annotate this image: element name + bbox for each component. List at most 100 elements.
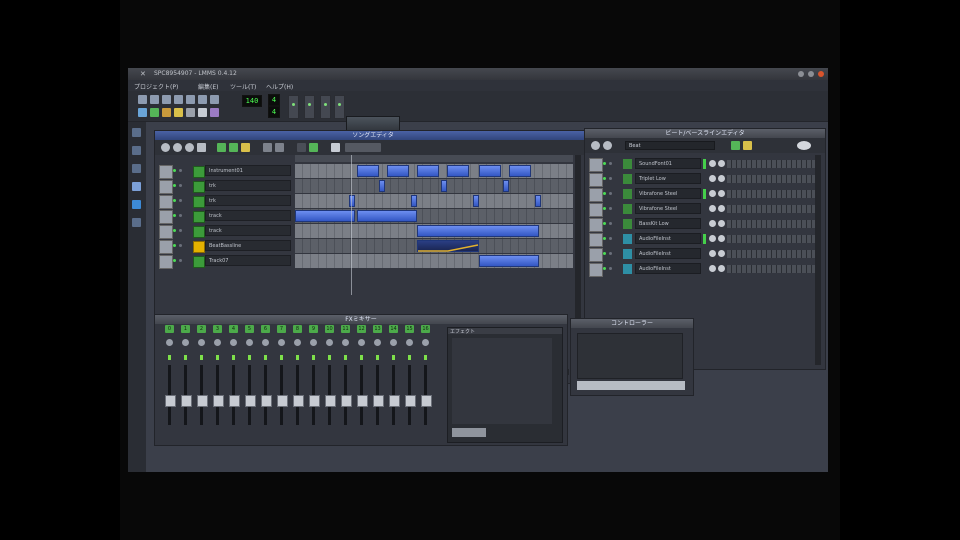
minimize-button[interactable] xyxy=(798,71,804,77)
instrument-plugins-icon[interactable] xyxy=(132,128,141,137)
mute-solo-leds[interactable] xyxy=(603,207,613,211)
beat-preset-combo[interactable]: Beat xyxy=(625,141,715,150)
channel-fader[interactable] xyxy=(165,395,176,407)
volume-knob[interactable] xyxy=(709,160,716,167)
timesig-top[interactable]: 4 xyxy=(268,94,280,106)
channel-fader[interactable] xyxy=(181,395,192,407)
mute-solo-leds[interactable] xyxy=(603,192,613,196)
export-icon[interactable] xyxy=(186,95,195,104)
my-home-icon[interactable] xyxy=(132,200,141,209)
track-name[interactable]: BeatBassline xyxy=(205,240,291,251)
instrument-icon[interactable] xyxy=(193,181,205,193)
mute-solo-leds[interactable] xyxy=(603,267,613,271)
master-channel[interactable]: 0 xyxy=(163,325,176,435)
instrument-name[interactable]: SoundFont01 xyxy=(635,158,701,169)
instrument-name[interactable]: AudioFileInst xyxy=(635,248,701,259)
track-name[interactable]: Instrument01 xyxy=(205,165,291,176)
my-presets-icon[interactable] xyxy=(132,182,141,191)
instrument-name[interactable]: AudioFileInst xyxy=(635,233,701,244)
pattern-clip[interactable] xyxy=(379,180,385,192)
stop-icon[interactable] xyxy=(603,141,612,150)
mixer-channel[interactable]: 4 xyxy=(227,325,240,435)
track-name[interactable]: track xyxy=(205,225,291,236)
instrument-name[interactable]: Vibrafone Steel xyxy=(635,188,701,199)
mute-solo-leds[interactable] xyxy=(173,184,183,188)
channel-knob[interactable] xyxy=(214,339,221,346)
instrument-name[interactable]: BassKit Low xyxy=(635,218,701,229)
note-icon[interactable] xyxy=(623,189,632,199)
step-sequence[interactable] xyxy=(727,190,815,198)
channel-fader[interactable] xyxy=(293,395,304,407)
beat-selector-icon[interactable] xyxy=(797,141,811,150)
add-automation-track-icon[interactable] xyxy=(241,143,250,152)
channel-knob[interactable] xyxy=(198,339,205,346)
mute-solo-leds[interactable] xyxy=(173,169,183,173)
pattern-clip[interactable] xyxy=(441,180,447,192)
channel-knob[interactable] xyxy=(278,339,285,346)
playhead[interactable] xyxy=(351,155,352,295)
channel-fader[interactable] xyxy=(421,395,432,407)
track-lane[interactable] xyxy=(295,209,573,223)
mute-solo-leds[interactable] xyxy=(603,222,613,226)
step-sequence[interactable] xyxy=(727,160,815,168)
channel-knob[interactable] xyxy=(390,339,397,346)
audio-file-icon[interactable] xyxy=(623,264,632,274)
channel-fader[interactable] xyxy=(309,395,320,407)
project-notes-icon[interactable] xyxy=(198,108,207,117)
track-handle[interactable] xyxy=(159,225,173,239)
track-lane[interactable] xyxy=(295,254,573,268)
pattern-clip[interactable] xyxy=(417,165,439,177)
save-project-icon[interactable] xyxy=(162,95,171,104)
step-sequence[interactable] xyxy=(727,220,815,228)
track-handle[interactable] xyxy=(159,255,173,269)
draw-mode-icon[interactable] xyxy=(263,143,272,152)
menu-edit[interactable]: 編集(E) xyxy=(198,82,218,91)
add-automation-icon[interactable] xyxy=(743,141,752,150)
mixer-channel[interactable]: 16 xyxy=(419,325,432,435)
channel-knob[interactable] xyxy=(262,339,269,346)
row-handle[interactable] xyxy=(589,158,603,172)
channel-fader[interactable] xyxy=(389,395,400,407)
pattern-clip[interactable] xyxy=(503,180,509,192)
pan-knob[interactable] xyxy=(718,235,725,242)
channel-fader[interactable] xyxy=(261,395,272,407)
channel-fader[interactable] xyxy=(229,395,240,407)
step-sequence[interactable] xyxy=(727,235,815,243)
volume-knob[interactable] xyxy=(709,190,716,197)
row-handle[interactable] xyxy=(589,263,603,277)
mixer-channel[interactable]: 11 xyxy=(339,325,352,435)
vertical-scrollbar[interactable] xyxy=(815,155,821,365)
track-name[interactable]: trk xyxy=(205,195,291,206)
instrument-icon[interactable] xyxy=(193,166,205,178)
pattern-clip[interactable] xyxy=(349,195,355,207)
channel-fader[interactable] xyxy=(341,395,352,407)
add-beat-icon[interactable] xyxy=(731,141,740,150)
record-play-icon[interactable] xyxy=(185,143,194,152)
pan-knob[interactable] xyxy=(718,205,725,212)
channel-knob[interactable] xyxy=(422,339,429,346)
menu-project[interactable]: プロジェクト(P) xyxy=(134,82,178,91)
track-handle[interactable] xyxy=(159,210,173,224)
track-lane[interactable] xyxy=(295,194,573,208)
mixer-channel[interactable]: 2 xyxy=(195,325,208,435)
open-project-icon[interactable] xyxy=(150,95,159,104)
zoom-icon[interactable] xyxy=(297,143,306,152)
menu-tools[interactable]: ツール(T) xyxy=(230,82,256,91)
stop-icon[interactable] xyxy=(197,143,206,152)
volume-knob[interactable] xyxy=(709,235,716,242)
instrument-name[interactable]: Triplet Low xyxy=(635,173,701,184)
audio-file-icon[interactable] xyxy=(623,234,632,244)
song-editor-icon[interactable] xyxy=(138,108,147,117)
timeline-ruler[interactable] xyxy=(295,155,573,162)
timesig-bottom[interactable]: 4 xyxy=(268,106,280,118)
pattern-clip[interactable] xyxy=(411,195,417,207)
automation-icon[interactable] xyxy=(174,108,183,117)
instrument-icon[interactable] xyxy=(193,196,205,208)
instrument-icon[interactable] xyxy=(193,226,205,238)
add-sample-track-icon[interactable] xyxy=(229,143,238,152)
mixer-channel[interactable]: 9 xyxy=(307,325,320,435)
beat-editor-icon[interactable] xyxy=(150,108,159,117)
add-controller-button[interactable] xyxy=(577,381,685,390)
pattern-clip[interactable] xyxy=(473,195,479,207)
audio-file-icon[interactable] xyxy=(623,249,632,259)
